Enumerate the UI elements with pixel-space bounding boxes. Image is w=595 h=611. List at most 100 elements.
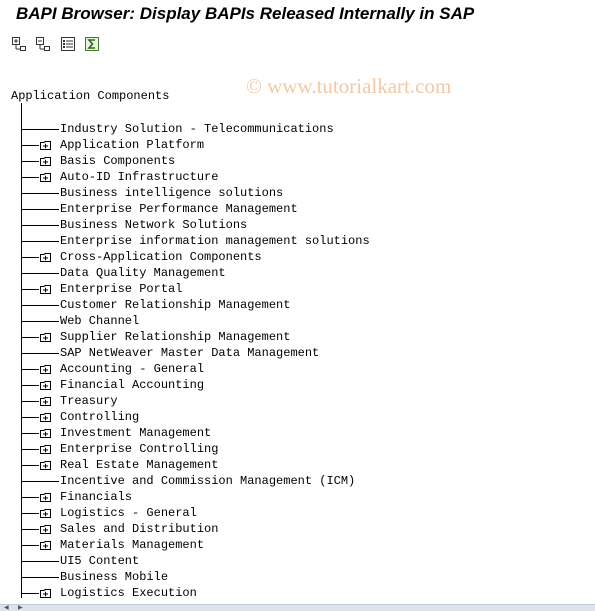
expand-subtree-button[interactable] [11, 36, 27, 56]
details-button[interactable] [60, 36, 76, 54]
folder-expand-icon[interactable] [40, 172, 51, 182]
scroll-right-icon[interactable]: ▶ [18, 605, 23, 611]
tree-node[interactable]: Controlling [0, 409, 595, 425]
tree-branch-line [22, 385, 39, 386]
tree-node[interactable]: Enterprise information management soluti… [0, 233, 595, 249]
tree-node-label[interactable]: Financials [60, 490, 132, 504]
tree-node-label[interactable]: Financial Accounting [60, 378, 204, 392]
tree-node[interactable]: Logistics - General [0, 505, 595, 521]
tree-branch-line [22, 289, 39, 290]
tree-node-label[interactable]: Cross-Application Components [60, 250, 262, 264]
folder-expand-icon[interactable] [40, 364, 51, 374]
tree-branch-line [22, 593, 39, 594]
tree-branch-line [22, 145, 39, 146]
tree-node-label[interactable]: Enterprise Performance Management [60, 202, 298, 216]
tree-branch-line [22, 337, 39, 338]
folder-expand-icon[interactable] [40, 460, 51, 470]
tree-node-label[interactable]: Logistics Execution [60, 586, 197, 600]
folder-expand-icon[interactable] [40, 508, 51, 518]
folder-expand-icon[interactable] [40, 252, 51, 262]
tree-node-label[interactable]: Treasury [60, 394, 118, 408]
tree-branch-line [22, 401, 39, 402]
folder-expand-icon[interactable] [40, 332, 51, 342]
tree-node-label[interactable]: Accounting - General [60, 362, 204, 376]
tree-node[interactable]: Industry Solution - Telecommunications [0, 121, 595, 137]
tree-node[interactable]: Materials Management [0, 537, 595, 553]
tree-node-label[interactable]: Data Quality Management [60, 266, 226, 280]
tree-node[interactable]: Financials [0, 489, 595, 505]
tree-node-label[interactable]: Business intelligence solutions [60, 186, 283, 200]
tree-node-label[interactable]: Enterprise Portal [60, 282, 182, 296]
tree-node[interactable]: Sales and Distribution [0, 521, 595, 537]
tree-branch-line [22, 449, 39, 450]
tree-node-label[interactable]: UI5 Content [60, 554, 139, 568]
tree-branch-line [22, 193, 59, 194]
tree-node[interactable]: Incentive and Commission Management (ICM… [0, 473, 595, 489]
folder-expand-icon[interactable] [40, 540, 51, 550]
tree-node-label[interactable]: Sales and Distribution [60, 522, 218, 536]
tree-node[interactable]: Web Channel [0, 313, 595, 329]
tree-node-label[interactable]: Logistics - General [60, 506, 197, 520]
tree-node-label[interactable]: Auto-ID Infrastructure [60, 170, 218, 184]
folder-expand-icon[interactable] [40, 380, 51, 390]
tree-node-label[interactable]: Application Platform [60, 138, 204, 152]
tree-node-label[interactable]: Web Channel [60, 314, 139, 328]
tree-node-label[interactable]: Business Mobile [60, 570, 168, 584]
tree-node[interactable]: Enterprise Portal [0, 281, 595, 297]
expand-subtree-icon [12, 36, 26, 56]
tree-node[interactable]: Business Mobile [0, 569, 595, 585]
tree-node[interactable]: Accounting - General [0, 361, 595, 377]
folder-expand-icon[interactable] [40, 140, 51, 150]
tree-node-label[interactable]: Supplier Relationship Management [60, 330, 290, 344]
folder-expand-icon[interactable] [40, 428, 51, 438]
folder-expand-icon[interactable] [40, 492, 51, 502]
tree-node-label[interactable]: Investment Management [60, 426, 211, 440]
tree-node-label[interactable]: Controlling [60, 410, 139, 424]
sum-icon [85, 36, 99, 56]
tree-node[interactable]: Auto-ID Infrastructure [0, 169, 595, 185]
tree-node[interactable]: Treasury [0, 393, 595, 409]
scroll-left-icon[interactable]: ◀ [4, 605, 9, 611]
sum-button[interactable] [84, 36, 100, 56]
tree-node[interactable]: Business Network Solutions [0, 217, 595, 233]
folder-expand-icon[interactable] [40, 524, 51, 534]
tree-node-label[interactable]: Business Network Solutions [60, 218, 247, 232]
tree-node[interactable]: Basis Components [0, 153, 595, 169]
tree-node[interactable]: Logistics Execution [0, 585, 595, 601]
folder-expand-icon[interactable] [40, 444, 51, 454]
tree-branch-line [22, 129, 59, 130]
tree-node-label[interactable]: Basis Components [60, 154, 175, 168]
tree-node[interactable]: Financial Accounting [0, 377, 595, 393]
tree-node[interactable]: Application Platform [0, 137, 595, 153]
tree-node-label[interactable]: Enterprise information management soluti… [60, 234, 370, 248]
tree-node-label[interactable]: Customer Relationship Management [60, 298, 290, 312]
tree-node[interactable]: Cross-Application Components [0, 249, 595, 265]
tree-branch-line [22, 561, 59, 562]
tree-node[interactable]: Customer Relationship Management [0, 297, 595, 313]
tree-node[interactable]: Investment Management [0, 425, 595, 441]
application-components-tree: Application Components Industry Solution… [0, 86, 595, 604]
folder-expand-icon[interactable] [40, 396, 51, 406]
tree-node[interactable]: Supplier Relationship Management [0, 329, 595, 345]
tree-node[interactable]: Data Quality Management [0, 265, 595, 281]
collapse-subtree-button[interactable] [35, 36, 51, 56]
tree-node-label[interactable]: Real Estate Management [60, 458, 218, 472]
tree-node-label[interactable]: Incentive and Commission Management (ICM… [60, 474, 355, 488]
tree-node-label[interactable]: Enterprise Controlling [60, 442, 218, 456]
tree-node[interactable]: Enterprise Performance Management [0, 201, 595, 217]
tree-node[interactable]: SAP NetWeaver Master Data Management [0, 345, 595, 361]
tree-branch-line [22, 241, 59, 242]
tree-node-label[interactable]: SAP NetWeaver Master Data Management [60, 346, 319, 360]
tree-node[interactable]: UI5 Content [0, 553, 595, 569]
folder-expand-icon[interactable] [40, 412, 51, 422]
tree-node[interactable]: Real Estate Management [0, 457, 595, 473]
tree-node-label[interactable]: Industry Solution - Telecommunications [60, 122, 334, 136]
folder-expand-icon[interactable] [40, 588, 51, 598]
tree-node[interactable]: Business intelligence solutions [0, 185, 595, 201]
folder-expand-icon[interactable] [40, 156, 51, 166]
folder-expand-icon[interactable] [40, 284, 51, 294]
tree-root-label[interactable]: Application Components [11, 89, 169, 103]
tree-node-label[interactable]: Materials Management [60, 538, 204, 552]
tree-node[interactable]: Enterprise Controlling [0, 441, 595, 457]
collapse-subtree-icon [36, 36, 50, 56]
